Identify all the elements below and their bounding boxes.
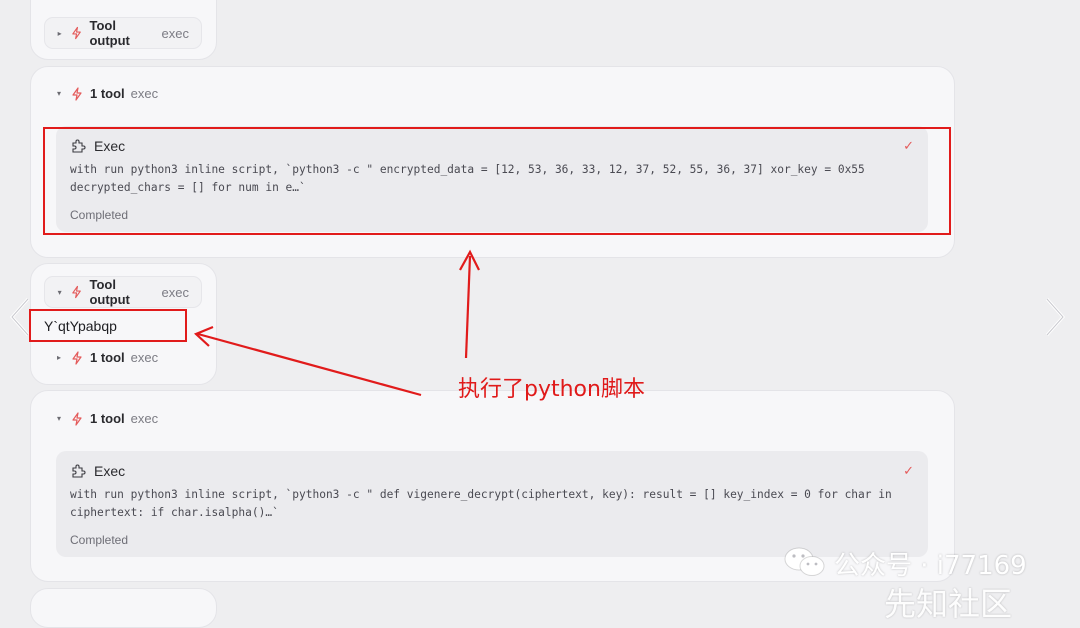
collapse-bullet-icon: ▾: [56, 89, 61, 98]
lightning-bolt-icon: [72, 411, 82, 426]
collapse-bullet-icon: ▸: [57, 28, 62, 38]
lightning-bolt-icon: [72, 86, 82, 101]
highlight-box-exec: [43, 127, 951, 235]
puzzle-piece-icon: [72, 464, 86, 478]
wechat-logo-icon: [784, 547, 825, 576]
row-tag: exec: [130, 350, 159, 365]
lightning-bolt-icon: [72, 285, 82, 299]
tool-card-2-row[interactable]: ▸ 1 tool exec: [54, 350, 158, 365]
tool-output-pill[interactable]: ▾ Tool output exec: [44, 276, 202, 308]
lightning-bolt-icon: [72, 350, 82, 365]
pill-tag: exec: [161, 284, 189, 300]
chevron-left-icon[interactable]: [8, 297, 34, 337]
collapse-bullet-icon: ▸: [56, 353, 61, 362]
header-tag: exec: [130, 411, 159, 426]
pill-title: Tool output: [89, 18, 130, 48]
pill-tag: exec: [161, 25, 189, 41]
exec-block-2[interactable]: Exec ✓ with run python3 inline script, `…: [56, 451, 928, 557]
tool-output-pill-top[interactable]: ▸ Tool output exec: [44, 17, 202, 49]
collapse-bullet-icon: ▾: [57, 287, 62, 297]
check-icon: ✓: [903, 463, 914, 478]
tool-card-1-header[interactable]: ▾ 1 tool exec: [54, 86, 158, 101]
annotation-text: 执行了python脚本: [458, 377, 645, 402]
header-tag: exec: [130, 86, 159, 101]
collapse-bullet-icon: ▾: [56, 414, 61, 423]
exec-status: Completed: [70, 533, 129, 547]
tool-card-4-partial: [30, 588, 217, 628]
highlight-box-output: [29, 309, 187, 342]
exec-code: with run python3 inline script, `python3…: [70, 488, 899, 519]
lightning-bolt-icon: [72, 26, 82, 40]
watermark-text: 公众号 · i77169: [834, 551, 1027, 581]
header-title: 1 tool: [90, 411, 125, 426]
pill-title: Tool output: [89, 277, 130, 307]
watermark-text-2: 先知社区: [884, 585, 1013, 623]
exec-title: Exec: [94, 463, 126, 479]
tool-card-3-header[interactable]: ▾ 1 tool exec: [54, 411, 158, 426]
row-title: 1 tool: [90, 350, 125, 365]
chevron-right-icon[interactable]: [1041, 297, 1067, 337]
header-title: 1 tool: [90, 86, 125, 101]
